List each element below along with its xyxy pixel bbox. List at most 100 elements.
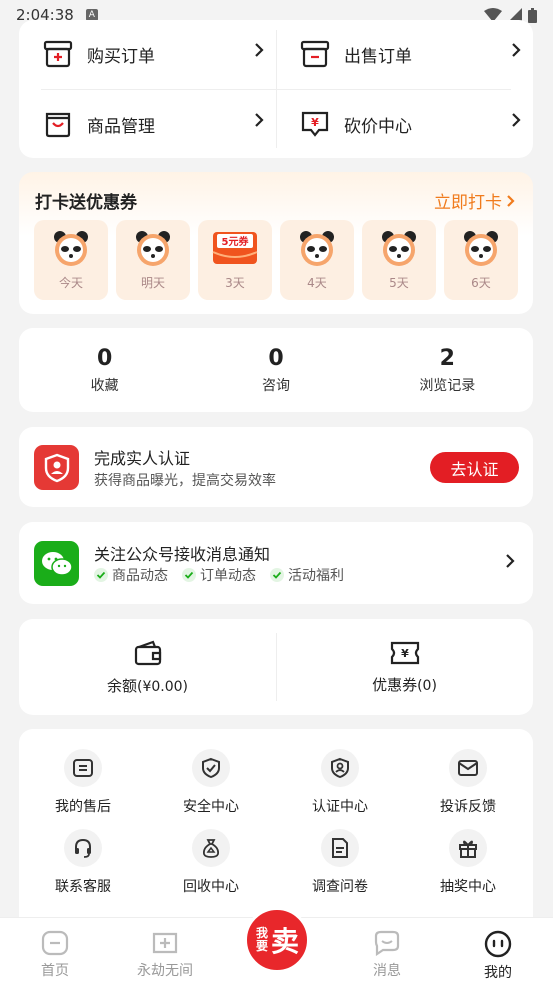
tab-home[interactable]: 首页 xyxy=(0,918,110,984)
service-label: 我的售后 xyxy=(55,799,111,815)
verify-button[interactable]: 去认证 xyxy=(430,452,519,483)
tab-label: 首页 xyxy=(41,963,69,979)
wechat-icon xyxy=(34,541,79,586)
sell-button-small-text: 我要 xyxy=(255,926,268,953)
home-icon xyxy=(41,930,69,956)
panda-icon xyxy=(136,231,170,266)
checkin-day: 今天 xyxy=(34,220,108,300)
panda-icon xyxy=(54,231,88,266)
buy-order-entry[interactable]: 购买订单 xyxy=(19,20,276,88)
service-label: 联系客服 xyxy=(55,879,111,895)
service-label: 调查问卷 xyxy=(312,879,368,895)
chevron-right-icon xyxy=(255,43,264,57)
tab-label: 我的 xyxy=(484,965,512,981)
checkin-day-label: 4天 xyxy=(307,276,327,290)
bargain-icon: ¥ xyxy=(301,111,329,137)
wechat-tag: 活动福利 xyxy=(270,565,344,585)
coupon-entry[interactable]: ¥ 优惠券(0) xyxy=(276,619,533,715)
wechat-title: 关注公众号接收消息通知 xyxy=(94,545,271,564)
checkin-day-label: 6天 xyxy=(471,276,491,290)
stat-number: 0 xyxy=(268,345,284,371)
service-survey[interactable]: 调查问卷 xyxy=(276,829,404,896)
balance-entry[interactable]: 余额(¥0.00) xyxy=(19,619,276,715)
wechat-tags: 商品动态 订单动态 活动福利 xyxy=(94,565,344,585)
panda-icon xyxy=(300,231,334,266)
service-label: 投诉反馈 xyxy=(440,799,496,815)
checkin-day: 5天 xyxy=(362,220,436,300)
sell-button-big-text: 卖 xyxy=(270,925,299,958)
checkin-button-label: 立即打卡 xyxy=(434,193,502,213)
verify-card: 完成实人认证 获得商品曝光，提高交易效率 去认证 xyxy=(19,427,533,507)
shield-icon xyxy=(192,749,230,787)
wechat-tag-label: 订单动态 xyxy=(200,568,256,584)
bargain-label: 砍价中心 xyxy=(344,116,412,137)
bargain-entry[interactable]: ¥ 砍价中心 xyxy=(276,90,533,158)
balance-value: (¥0.00) xyxy=(137,678,189,695)
balance-text: 余额(¥0.00) xyxy=(107,675,188,696)
game-icon xyxy=(152,932,178,954)
service-complaint[interactable]: 投诉反馈 xyxy=(404,749,532,816)
panda-icon xyxy=(464,231,498,266)
chevron-right-icon xyxy=(506,554,515,568)
checkin-day-label: 今天 xyxy=(58,276,83,290)
verify-subtitle: 获得商品曝光，提高交易效率 xyxy=(94,473,276,489)
wallet-card: 余额(¥0.00) ¥ 优惠券(0) xyxy=(19,619,533,715)
service-recycle[interactable]: 回收中心 xyxy=(147,829,275,896)
tab-game[interactable]: 永劫无间 xyxy=(110,918,220,984)
buy-order-icon xyxy=(43,40,73,68)
checkin-day-label: 明天 xyxy=(140,276,165,290)
verify-shield-icon xyxy=(34,445,79,490)
chevron-right-icon xyxy=(512,113,521,127)
service-security[interactable]: 安全中心 xyxy=(147,749,275,816)
message-icon xyxy=(374,930,400,956)
sell-button[interactable]: 我要 卖 xyxy=(244,907,310,973)
service-verify[interactable]: 认证中心 xyxy=(276,749,404,816)
tab-profile[interactable]: 我的 xyxy=(443,918,553,984)
balance-label: 余额 xyxy=(106,676,137,695)
chevron-right-icon xyxy=(507,194,515,207)
wechat-card[interactable]: 关注公众号接收消息通知 商品动态 订单动态 活动福利 xyxy=(19,522,533,604)
svg-text:¥: ¥ xyxy=(401,647,409,660)
service-lottery[interactable]: 抽奖中心 xyxy=(404,829,532,896)
wechat-tag-label: 活动福利 xyxy=(288,568,344,584)
checkin-card: 打卡送优惠券 立即打卡 今天 明天 5元券 3天 4天 5天 6天 xyxy=(19,172,533,314)
stats-card: 0 收藏 0 咨询 2 浏览记录 xyxy=(19,328,533,412)
chevron-right-icon xyxy=(255,113,264,127)
checkin-day: 4天 xyxy=(280,220,354,300)
survey-icon xyxy=(321,829,359,867)
chevron-right-icon xyxy=(512,43,521,57)
stat-history[interactable]: 2 浏览记录 xyxy=(362,328,533,412)
service-label: 安全中心 xyxy=(183,799,239,815)
tab-messages[interactable]: 消息 xyxy=(332,918,442,984)
svg-text:¥: ¥ xyxy=(311,116,319,129)
sell-order-entry[interactable]: 出售订单 xyxy=(276,20,533,88)
goods-manage-label: 商品管理 xyxy=(87,116,155,137)
gift-icon xyxy=(449,829,487,867)
service-label: 抽奖中心 xyxy=(440,879,496,895)
coupon-value: (0) xyxy=(417,677,437,694)
stat-favorites[interactable]: 0 收藏 xyxy=(19,328,190,412)
wallet-icon xyxy=(134,640,161,665)
tab-label: 消息 xyxy=(373,963,401,979)
checkin-title: 打卡送优惠券 xyxy=(35,193,137,213)
stat-number: 2 xyxy=(439,345,455,371)
check-icon xyxy=(182,568,196,582)
stat-inquiries[interactable]: 0 咨询 xyxy=(190,328,361,412)
checkin-day-label: 3天 xyxy=(225,276,245,290)
stat-number: 0 xyxy=(97,345,113,371)
verify-title: 完成实人认证 xyxy=(94,449,191,468)
checkin-button[interactable]: 立即打卡 xyxy=(434,188,515,213)
goods-manage-entry[interactable]: 商品管理 xyxy=(19,90,276,158)
coupon-ticket-icon: ¥ xyxy=(390,641,419,664)
coupon-icon: 5元券 xyxy=(212,232,258,264)
stat-label: 咨询 xyxy=(261,377,290,394)
sell-order-label: 出售订单 xyxy=(344,46,412,67)
recycle-icon xyxy=(192,829,230,867)
service-customer-support[interactable]: 联系客服 xyxy=(19,829,147,896)
service-after-sale[interactable]: 我的售后 xyxy=(19,749,147,816)
sell-order-icon xyxy=(300,40,330,68)
coupon-text: 优惠券(0) xyxy=(372,674,437,695)
verify-shield-icon xyxy=(321,749,359,787)
complaint-icon xyxy=(449,749,487,787)
stat-label: 浏览记录 xyxy=(419,377,476,394)
